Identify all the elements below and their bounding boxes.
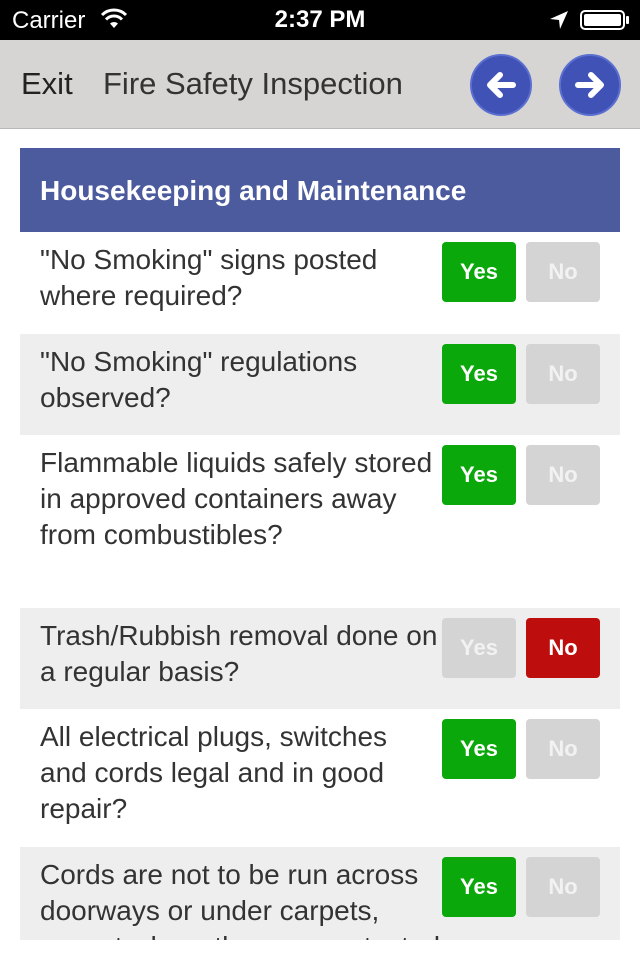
battery-icon bbox=[580, 10, 629, 30]
no-button[interactable]: No bbox=[526, 344, 600, 404]
forward-button[interactable] bbox=[559, 54, 621, 116]
yes-button[interactable]: Yes bbox=[442, 719, 516, 779]
yes-button[interactable]: Yes bbox=[442, 445, 516, 505]
status-bar: Carrier 2:37 PM bbox=[0, 0, 640, 40]
no-button[interactable]: No bbox=[526, 857, 600, 917]
section-header: Housekeeping and Maintenance bbox=[20, 148, 620, 232]
yes-button[interactable]: Yes bbox=[442, 857, 516, 917]
no-button[interactable]: No bbox=[526, 618, 600, 678]
nav-bar: Exit Fire Safety Inspection bbox=[0, 40, 640, 129]
exit-button[interactable]: Exit bbox=[21, 66, 73, 102]
question-text: Flammable liquids safely stored in appro… bbox=[40, 447, 433, 550]
yes-button[interactable]: Yes bbox=[442, 344, 516, 404]
question-text: "No Smoking" signs posted where required… bbox=[40, 244, 378, 311]
back-button[interactable] bbox=[470, 54, 532, 116]
checklist[interactable]: Housekeeping and Maintenance "No Smoking… bbox=[20, 148, 620, 940]
question-row: "No Smoking" regulations observed? Yes N… bbox=[20, 334, 620, 435]
question-text: Trash/Rubbish removal done on a regular … bbox=[40, 620, 438, 687]
no-button[interactable]: No bbox=[526, 242, 600, 302]
arrow-right-icon bbox=[575, 72, 604, 98]
arrow-left-icon bbox=[487, 72, 516, 98]
question-row: All electrical plugs, switches and cords… bbox=[20, 709, 620, 847]
question-row: "No Smoking" signs posted where required… bbox=[20, 232, 620, 334]
location-arrow-icon bbox=[550, 11, 568, 29]
question-row: Trash/Rubbish removal done on a regular … bbox=[20, 608, 620, 709]
question-text: Cords are not to be run across doorways … bbox=[40, 859, 440, 940]
yes-button[interactable]: Yes bbox=[442, 242, 516, 302]
question-row: Flammable liquids safely stored in appro… bbox=[20, 435, 620, 608]
yes-button[interactable]: Yes bbox=[442, 618, 516, 678]
question-text: All electrical plugs, switches and cords… bbox=[40, 721, 388, 824]
no-button[interactable]: No bbox=[526, 719, 600, 779]
status-time: 2:37 PM bbox=[274, 6, 366, 33]
question-text: "No Smoking" regulations observed? bbox=[40, 346, 358, 413]
question-row: Cords are not to be run across doorways … bbox=[20, 847, 620, 940]
no-button[interactable]: No bbox=[526, 445, 600, 505]
page-title: Fire Safety Inspection bbox=[103, 66, 403, 101]
